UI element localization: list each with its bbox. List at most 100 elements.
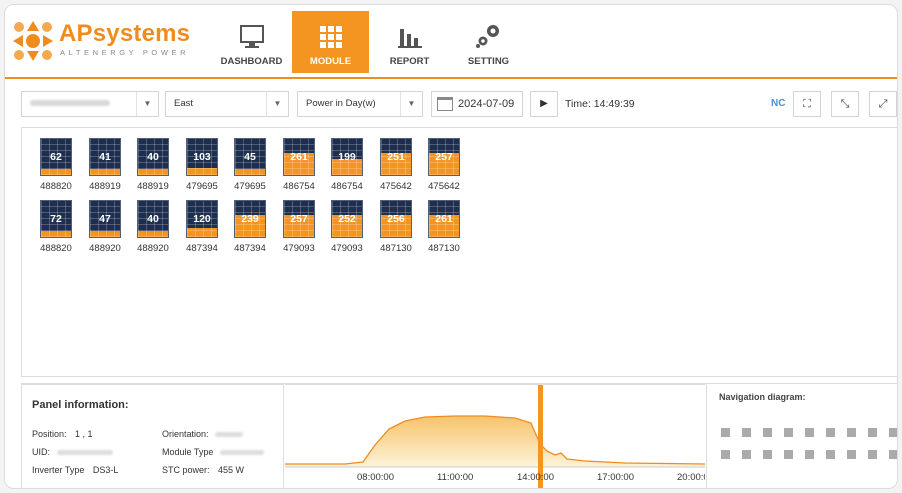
- module-panel[interactable]: 45: [234, 138, 266, 176]
- uid-label: UID:: [32, 447, 50, 457]
- play-button[interactable]: ▶: [530, 91, 558, 117]
- nav-diagram-cell: [763, 450, 772, 459]
- bottom-panel: Panel information: Position: 1 , 1 UID: …: [21, 383, 897, 488]
- module-power-value: 72: [50, 213, 62, 225]
- current-time: Time: 14:49:39: [565, 98, 635, 110]
- module-id: 488919: [89, 181, 121, 192]
- module-panel[interactable]: 256: [380, 200, 412, 238]
- module-id: 475642: [380, 181, 412, 192]
- redacted-orientation: [215, 432, 244, 438]
- collapse-button[interactable]: ⤡: [831, 91, 859, 117]
- module-panel[interactable]: 40: [137, 138, 169, 176]
- module-id: 488919: [137, 181, 169, 192]
- nav-report[interactable]: REPORT: [371, 11, 448, 73]
- module-panel[interactable]: 72: [40, 200, 72, 238]
- module-type-label: Module Type: [162, 447, 214, 457]
- module-power-value: 239: [241, 213, 259, 225]
- module-panel[interactable]: 239: [234, 200, 266, 238]
- power-area: [285, 416, 705, 467]
- module-power-value: 257: [290, 213, 308, 225]
- module-id: 479093: [331, 243, 363, 254]
- app-window: APsystems ALTENERGY POWER DASHBOARD MODU…: [4, 4, 898, 489]
- stc-label: STC power:: [162, 465, 210, 475]
- module-id: 487394: [186, 243, 218, 254]
- nav-setting-label: SETTING: [467, 56, 510, 67]
- nav-diagram-cell: [868, 450, 877, 459]
- nav-diagram-cell: [826, 450, 835, 459]
- module-id: 486754: [283, 181, 315, 192]
- module-panel[interactable]: 257: [428, 138, 460, 176]
- module-id: 488920: [137, 243, 169, 254]
- inverter-value: DS3-L: [92, 465, 119, 475]
- redacted-module-type: [219, 450, 264, 456]
- nav-diagram-cell: [742, 428, 751, 437]
- module-panel[interactable]: 47: [89, 200, 121, 238]
- redacted-uid: [56, 450, 113, 456]
- stc-value: 455 W: [218, 465, 245, 475]
- inverter-label: Inverter Type: [32, 465, 85, 475]
- nav-diagram-cell: [742, 450, 751, 459]
- mode-select[interactable]: Power in Day(w) ▼: [297, 91, 423, 117]
- module-panel[interactable]: 120: [186, 200, 218, 238]
- nav-setting[interactable]: SETTING: [450, 11, 527, 73]
- module-power-value: 62: [50, 151, 62, 163]
- nav-dashboard[interactable]: DASHBOARD: [213, 11, 290, 73]
- expand-button[interactable]: ⤢: [869, 91, 897, 117]
- x-tick-4: 20:00:00: [677, 472, 705, 483]
- module-panel[interactable]: 252: [331, 200, 363, 238]
- module-power-value: 103: [193, 151, 211, 163]
- position-row: Position: 1 , 1: [32, 429, 93, 439]
- chevron-down-icon: ▼: [400, 92, 422, 116]
- module-layout: 62 488820 41 488919 40 488919 103 479695 45 47969…: [21, 127, 897, 377]
- panel-info: Panel information: Position: 1 , 1 UID: …: [21, 384, 284, 488]
- orientation-row: Orientation:: [162, 429, 244, 439]
- date-picker[interactable]: 2024-07-09: [431, 91, 523, 117]
- calendar-icon: [437, 97, 453, 111]
- x-tick-3: 17:00:00: [597, 472, 634, 483]
- nc-toggle[interactable]: NC: [771, 91, 785, 117]
- module-panel[interactable]: 261: [283, 138, 315, 176]
- module-id: 475642: [428, 181, 460, 192]
- module-power-value: 40: [147, 213, 159, 225]
- module-id: 488820: [40, 181, 72, 192]
- position-label: Position:: [32, 429, 67, 439]
- module-id: 479695: [186, 181, 218, 192]
- module-panel[interactable]: 103: [186, 138, 218, 176]
- monitor-icon: [239, 25, 264, 48]
- module-id: 487394: [234, 243, 266, 254]
- module-panel[interactable]: 251: [380, 138, 412, 176]
- module-panel[interactable]: 199: [331, 138, 363, 176]
- nav-diagram-cell: [847, 428, 856, 437]
- fit-screen-button[interactable]: ⛶: [793, 91, 821, 117]
- brand-logo[interactable]: APsystems ALTENERGY POWER: [11, 17, 190, 65]
- module-panel[interactable]: 261: [428, 200, 460, 238]
- grid-icon: [319, 26, 342, 48]
- module-power-value: 40: [147, 151, 159, 163]
- nav-diagram-cell: [805, 428, 814, 437]
- brand-tagline: ALTENERGY POWER: [60, 48, 190, 57]
- nav-module[interactable]: MODULE: [292, 11, 369, 73]
- module-power-value: 41: [99, 151, 111, 163]
- collapse-icon: ⤡: [840, 98, 850, 110]
- redacted-system-id: [30, 100, 110, 107]
- module-power-value: 261: [435, 213, 453, 225]
- module-panel[interactable]: 257: [283, 200, 315, 238]
- module-panel[interactable]: 41: [89, 138, 121, 176]
- nav-diagram-cell: [826, 428, 835, 437]
- module-panel[interactable]: 40: [137, 200, 169, 238]
- navigation-title: Navigation diagram:: [719, 392, 806, 402]
- inverter-row: Inverter Type DS3-L: [32, 465, 118, 475]
- toolbar: ▼ East ▼ Power in Day(w) ▼ 2024-07-09 ▶ …: [5, 91, 897, 121]
- nav-diagram-cell: [763, 428, 772, 437]
- nav-diagram-cell: [847, 450, 856, 459]
- system-select[interactable]: ▼: [21, 91, 159, 117]
- uid-row: UID:: [32, 447, 113, 457]
- module-id: 479695: [234, 181, 266, 192]
- orientation-select[interactable]: East ▼: [165, 91, 289, 117]
- fit-icon: ⛶: [803, 98, 811, 110]
- module-panel[interactable]: 62: [40, 138, 72, 176]
- chevron-down-icon: ▼: [136, 92, 158, 116]
- power-chart[interactable]: 08:00:00 11:00:00 14:00:00 17:00:00 20:0…: [285, 384, 714, 488]
- module-id: 486754: [331, 181, 363, 192]
- module-power-value: 257: [435, 151, 453, 163]
